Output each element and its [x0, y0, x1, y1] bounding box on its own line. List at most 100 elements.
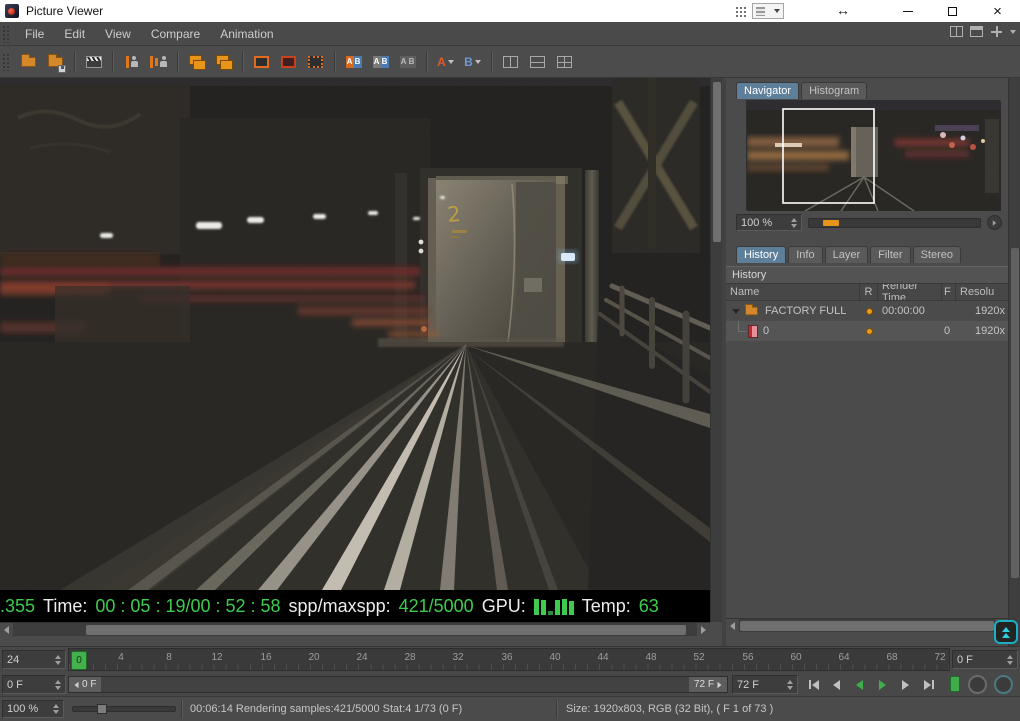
statusbar-zoom-slider[interactable]	[72, 704, 176, 714]
layer-stack-a-button[interactable]	[183, 49, 210, 75]
compare-ab-off-button[interactable]: AB	[394, 49, 421, 75]
compare-horizontal-button[interactable]	[524, 49, 551, 75]
compare-vertical-button[interactable]	[497, 49, 524, 75]
keyframe-bar-icon[interactable]	[950, 676, 960, 692]
compare-ab-color-button[interactable]: AB	[340, 49, 367, 75]
slider-thumb[interactable]	[97, 704, 107, 714]
timeline-ruler[interactable]: 0 4 8 12 16 20 24 28 32 36 40 44 48 52 5…	[68, 648, 950, 671]
spinner-arrows-icon[interactable]	[1007, 654, 1013, 665]
goto-end-button[interactable]	[917, 674, 940, 695]
menu-file[interactable]: File	[15, 22, 54, 46]
spinner-arrows-icon[interactable]	[55, 654, 61, 665]
region-render-button[interactable]	[248, 49, 275, 75]
column-name[interactable]: Name	[726, 284, 860, 300]
toolbar-grip[interactable]	[2, 52, 11, 71]
navigator-thumbnail[interactable]	[746, 100, 1001, 212]
maximize-button[interactable]	[930, 0, 975, 22]
region-marquee-button[interactable]	[275, 49, 302, 75]
render-viewport[interactable]: 2 .355 Time: 00: 05: 19/00: 52: 58 s…	[0, 78, 710, 622]
menu-animation[interactable]: Animation	[210, 22, 283, 46]
compare-quad-button[interactable]	[551, 49, 578, 75]
viewport-vertical-scrollbar[interactable]	[710, 78, 722, 622]
tab-navigator[interactable]: Navigator	[736, 82, 800, 99]
tab-filter[interactable]: Filter	[870, 246, 911, 263]
history-row-0[interactable]: 0 0 1920x	[726, 321, 1008, 341]
fps-field[interactable]: 24	[2, 650, 66, 669]
tab-history[interactable]: History	[736, 246, 787, 263]
spinner-arrows-icon[interactable]	[55, 679, 61, 690]
ruler-end-field[interactable]: 0 F	[952, 650, 1018, 669]
workspace-grid-icon[interactable]	[735, 6, 746, 17]
scroll-left-arrow[interactable]	[726, 619, 739, 633]
save-button[interactable]	[42, 49, 69, 75]
tab-stereo[interactable]: Stereo	[912, 246, 961, 263]
range-end-value: 72 F	[693, 679, 714, 690]
expand-arrow-icon[interactable]	[732, 308, 740, 314]
range-end-field[interactable]: 72 F	[732, 675, 798, 694]
spinner-arrows-icon[interactable]	[53, 704, 59, 714]
navigator-zoom-slider[interactable]	[808, 217, 981, 228]
close-button[interactable]: ×	[975, 0, 1020, 22]
minimize-button[interactable]	[885, 0, 930, 22]
panel-menu-chevron-icon[interactable]	[1010, 29, 1016, 34]
team-render-button[interactable]	[145, 49, 172, 75]
dock-maximize-icon[interactable]	[970, 26, 983, 37]
layout-dropdown[interactable]	[752, 3, 784, 19]
dock-move-icon[interactable]	[990, 25, 1003, 38]
set-image-b-button[interactable]: B	[459, 49, 486, 75]
dock-split-icon[interactable]	[950, 26, 963, 37]
make-preview-button[interactable]	[80, 49, 107, 75]
column-f[interactable]: F	[942, 284, 956, 300]
layer-stack-b-button[interactable]	[210, 49, 237, 75]
statusbar-zoom-field[interactable]: 100 %	[2, 700, 64, 718]
scroll-left-arrow[interactable]	[0, 623, 13, 637]
set-image-a-button[interactable]: A	[432, 49, 459, 75]
history-row-factory-full[interactable]: FACTORY FULL 00:00:00 1920x	[726, 301, 1008, 321]
rendered-image[interactable]: 2	[0, 78, 710, 590]
goto-start-button[interactable]	[802, 674, 825, 695]
play-backward-button[interactable]	[848, 674, 871, 695]
compare-ab-split-button[interactable]: AB	[367, 49, 394, 75]
ram-player-button[interactable]	[118, 49, 145, 75]
range-end-handle[interactable]: 72 F	[688, 677, 727, 692]
column-resolution[interactable]: Resolu	[956, 284, 1008, 300]
history-vertical-scrollbar[interactable]	[1008, 78, 1020, 646]
scrollbar-thumb[interactable]	[713, 82, 721, 242]
tab-info[interactable]: Info	[788, 246, 823, 263]
loop-button[interactable]	[994, 675, 1013, 694]
scrollbar-thumb[interactable]	[86, 625, 686, 635]
current-frame-field[interactable]: 0 F	[2, 675, 66, 694]
menu-compare[interactable]: Compare	[141, 22, 210, 46]
scrollbar-thumb[interactable]	[1011, 248, 1019, 578]
expand-panel-button[interactable]	[994, 620, 1018, 644]
scrollbar-thumb[interactable]	[740, 621, 994, 631]
navigator-zoom-field[interactable]: 100 %	[736, 214, 802, 231]
titlebar[interactable]: Picture Viewer ↔ ×	[0, 0, 1020, 22]
menubar-grip[interactable]	[2, 24, 11, 43]
ruler-tick-label: 64	[838, 652, 850, 663]
range-start-handle[interactable]: 0 F	[69, 677, 102, 692]
previous-frame-button[interactable]	[825, 674, 848, 695]
column-r[interactable]: R	[860, 284, 878, 300]
split-vertical-icon	[503, 55, 518, 68]
viewport-horizontal-scrollbar[interactable]	[0, 622, 710, 637]
region-clear-button[interactable]	[302, 49, 329, 75]
menu-edit[interactable]: Edit	[54, 22, 95, 46]
preview-range-slider[interactable]: 0 F 72 F	[68, 676, 728, 693]
tab-histogram[interactable]: Histogram	[801, 82, 868, 99]
navigator-zoom-button[interactable]	[987, 215, 1002, 230]
column-render-time[interactable]: Render Time	[878, 284, 942, 300]
spinner-arrows-icon[interactable]	[787, 679, 793, 690]
scroll-right-arrow[interactable]	[697, 623, 710, 637]
history-horizontal-scrollbar[interactable]	[726, 618, 1008, 633]
tab-layer[interactable]: Layer	[824, 246, 869, 263]
timeline-playhead[interactable]: 0	[71, 651, 87, 670]
record-button[interactable]	[968, 675, 987, 694]
open-button[interactable]	[15, 49, 42, 75]
next-frame-button[interactable]	[894, 674, 917, 695]
menu-view[interactable]: View	[95, 22, 141, 46]
zoom-slider-thumb[interactable]	[823, 219, 839, 226]
play-forward-button[interactable]	[871, 674, 894, 695]
spinner-arrows-icon[interactable]	[791, 217, 797, 228]
gpu-load-bar	[547, 611, 553, 615]
